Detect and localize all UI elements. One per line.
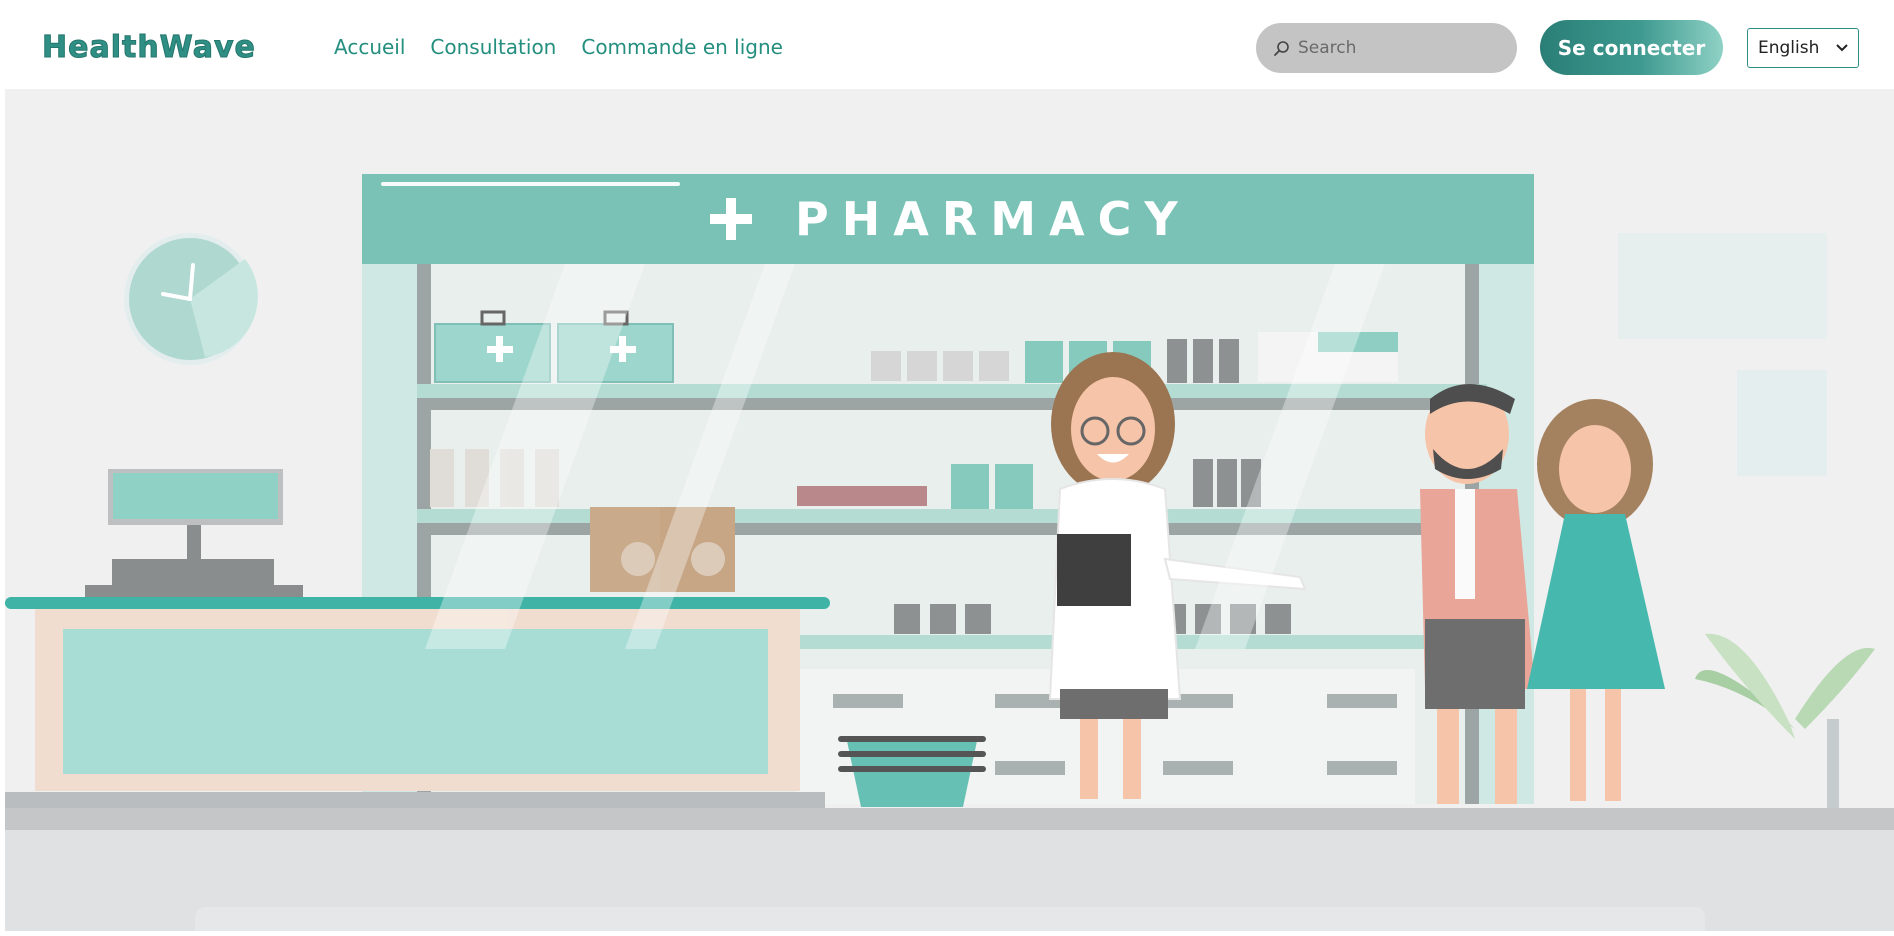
- wall-frame-small: [1737, 370, 1827, 476]
- pharmacy-illustration: PHARMACY: [5, 174, 1875, 809]
- nav-consultation[interactable]: Consultation: [430, 35, 556, 59]
- nav-commande-en-ligne[interactable]: Commande en ligne: [581, 35, 783, 59]
- search-box[interactable]: [1256, 23, 1517, 73]
- language-select[interactable]: English: [1747, 28, 1859, 68]
- navbar: HealthWave Accueil Consultation Commande…: [5, 5, 1894, 89]
- login-button[interactable]: Se connecter: [1540, 20, 1723, 75]
- wall-frame-large: [1618, 233, 1827, 339]
- main-nav: Accueil Consultation Commande en ligne: [334, 35, 783, 59]
- basket-icon: [838, 736, 986, 807]
- content-card-edge: [195, 907, 1705, 931]
- logo[interactable]: HealthWave: [42, 30, 256, 66]
- plant-icon: [1695, 633, 1875, 809]
- nav-accueil[interactable]: Accueil: [334, 35, 405, 59]
- search-input[interactable]: [1298, 38, 1498, 58]
- chevron-down-icon: [1836, 44, 1848, 52]
- hero-banner: PHARMACY: [5, 89, 1894, 931]
- clock-icon: [124, 233, 258, 365]
- pharmacy-sign-text: PHARMACY: [795, 192, 1191, 246]
- customer-woman-figure: [1527, 399, 1665, 801]
- floor-strip: [5, 808, 1894, 830]
- language-selected: English: [1758, 38, 1820, 58]
- search-icon: [1272, 38, 1292, 58]
